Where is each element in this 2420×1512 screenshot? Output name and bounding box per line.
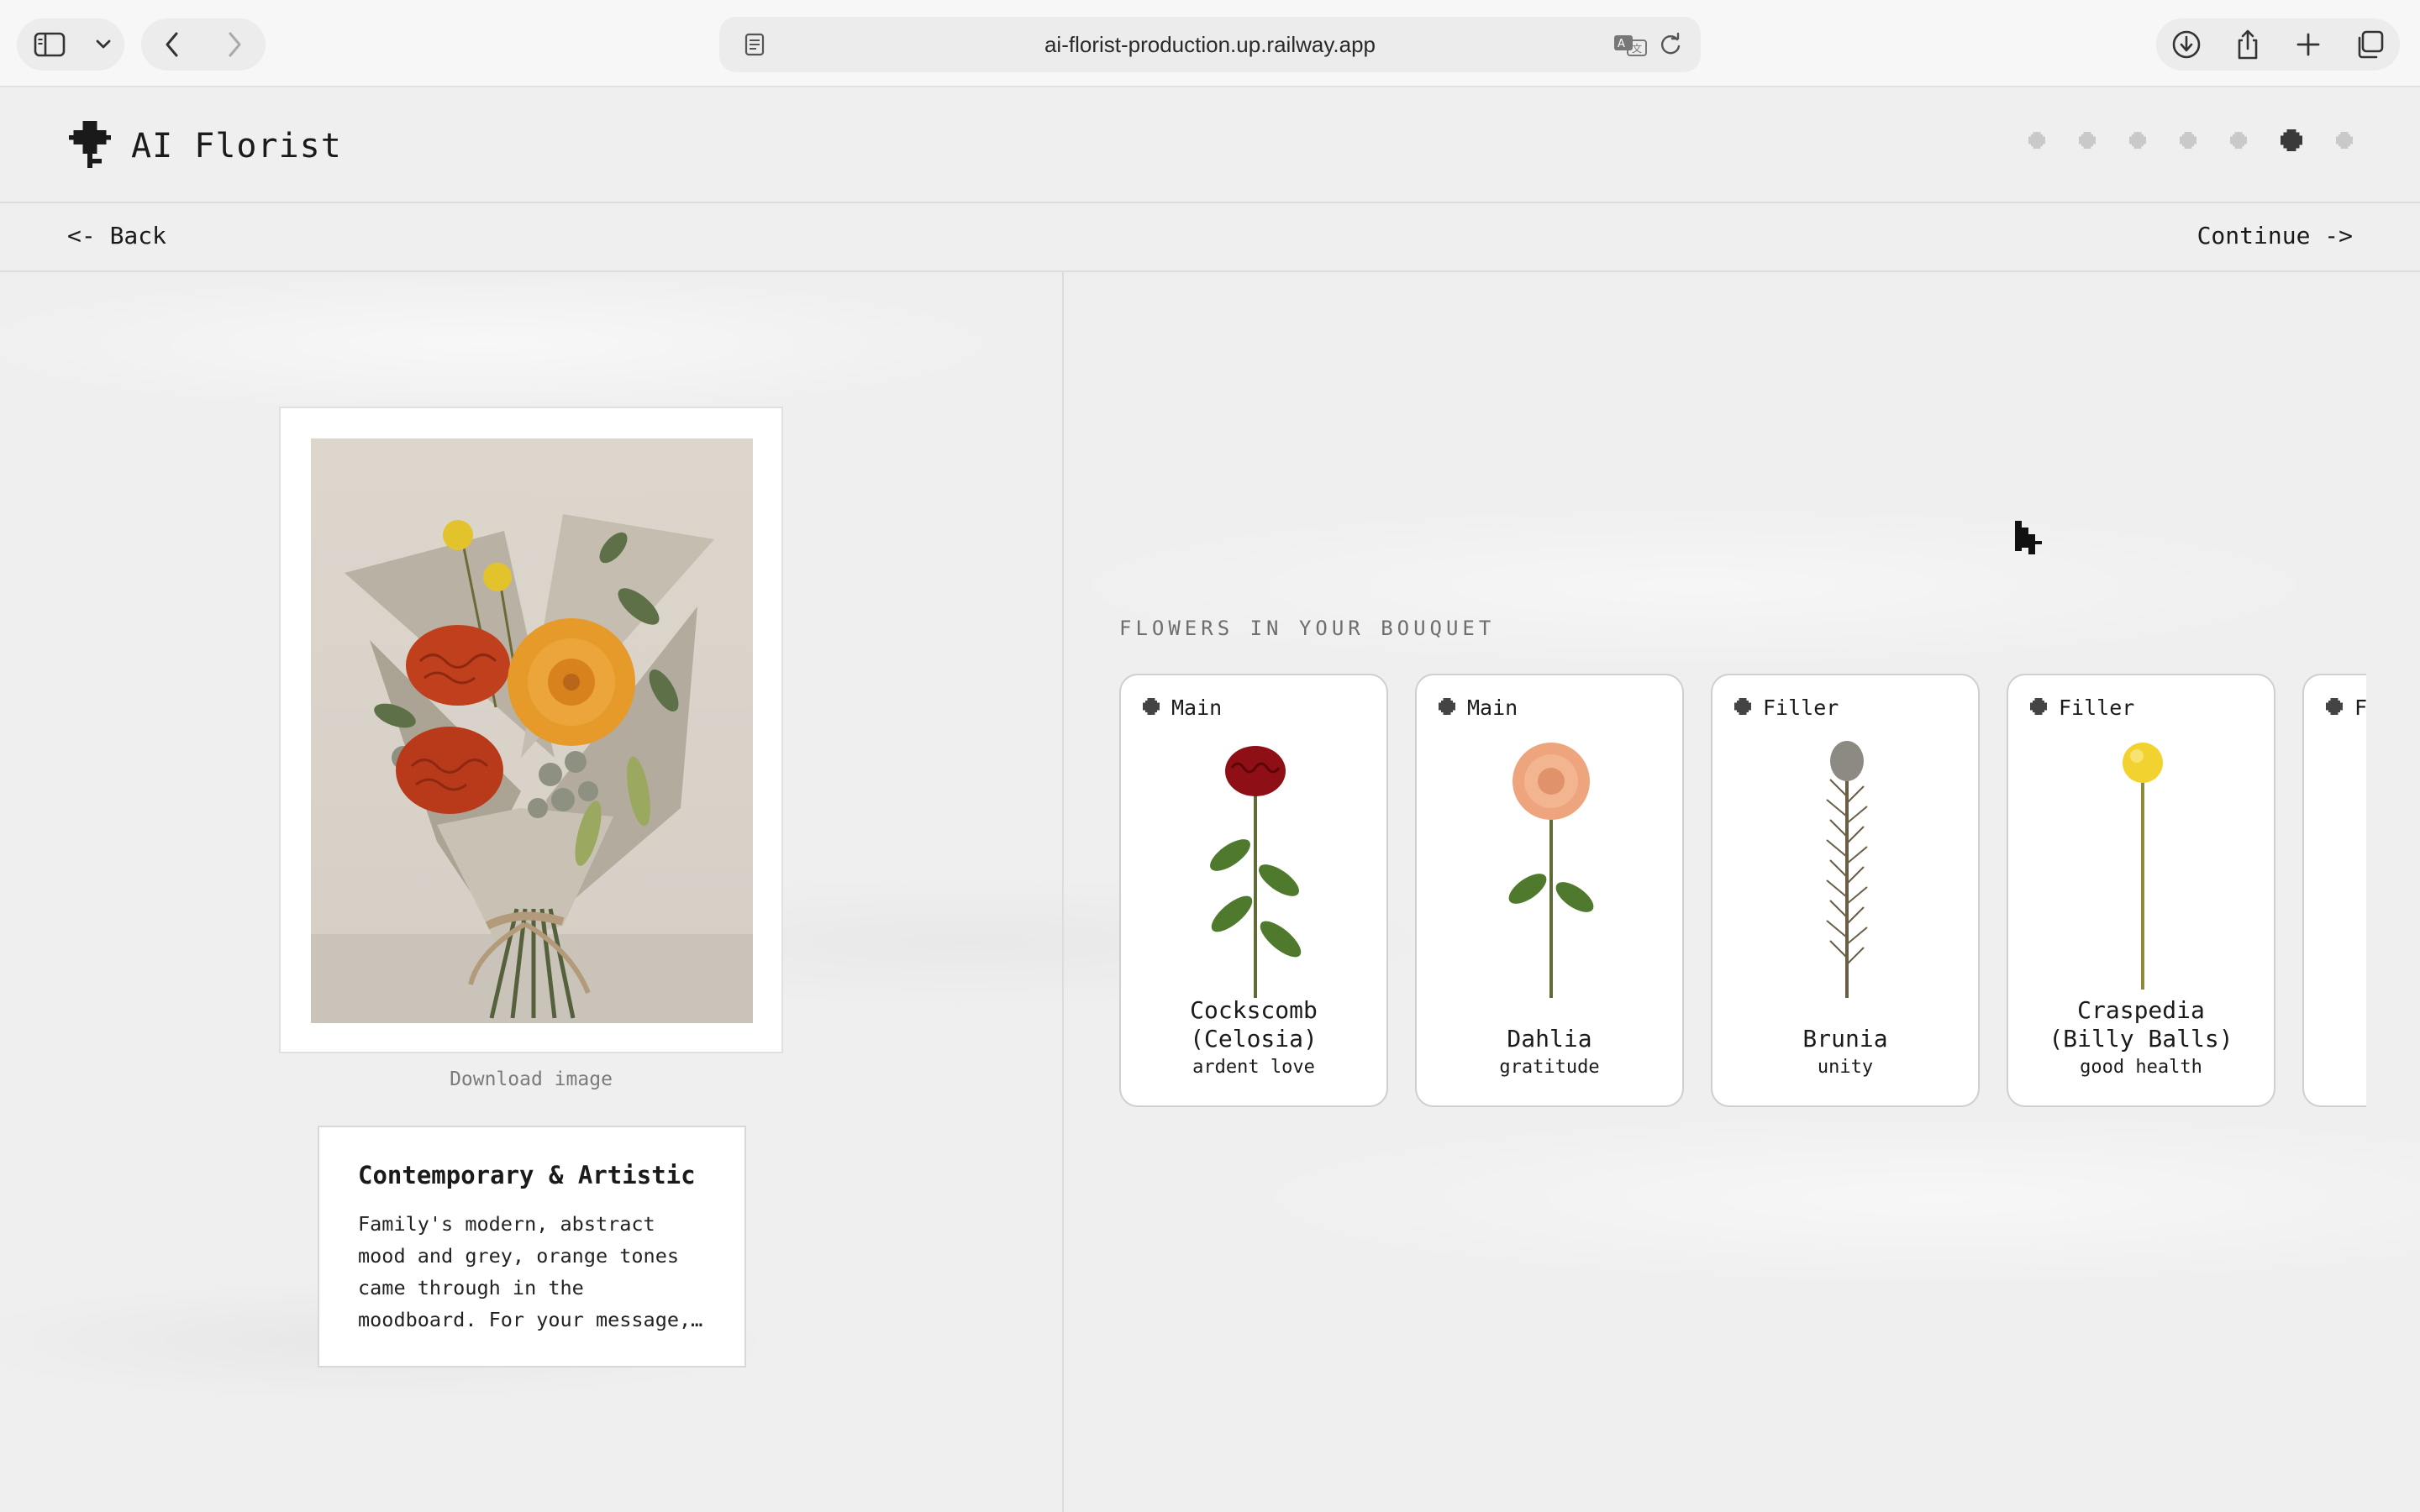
download-icon[interactable]: [2163, 21, 2210, 68]
browser-actions-group: [2156, 18, 2400, 71]
flower-card-text: Cockscomb (Celosia) ardent love: [1121, 996, 1386, 1080]
flower-role-tag: Main: [1143, 696, 1222, 720]
brand[interactable]: AI Florist: [67, 121, 342, 171]
flower-role-tag: Filler: [1734, 696, 1839, 720]
flower-role-tag: Filler: [2030, 696, 2134, 720]
progress-step-4-icon: [2180, 132, 2196, 149]
flower-illustration: [2354, 738, 2366, 998]
flower-card-text: Dahlia gratitude: [1417, 1025, 1682, 1080]
app-title: AI Florist: [131, 127, 342, 165]
flower-role-label: Main: [1467, 696, 1518, 720]
flower-card[interactable]: Filler Brunia unity: [1711, 674, 1980, 1107]
progress-step-2-icon: [2079, 132, 2096, 149]
flower-role-tag: Main: [1439, 696, 1518, 720]
style-summary-card: Contemporary & Artistic Family's modern,…: [318, 1126, 746, 1368]
flower-illustration: [1171, 738, 1339, 998]
progress-steps: [2028, 129, 2353, 151]
flower-card-text: [2304, 1079, 2366, 1080]
forward-icon[interactable]: [211, 21, 258, 68]
pixel-flower-logo-icon: [67, 121, 113, 171]
reload-icon[interactable]: [1647, 21, 1694, 68]
panel-divider: [1062, 272, 1064, 1512]
back-button[interactable]: <- Back: [67, 222, 166, 249]
download-image-link[interactable]: Download image: [279, 1068, 783, 1090]
flower-name: Cockscomb (Celosia): [1190, 996, 1318, 1053]
flower-role-label: Filler: [1763, 696, 1839, 720]
flower-meaning: unity: [1817, 1057, 1874, 1078]
flower-card[interactable]: F: [2302, 674, 2366, 1107]
svg-text:A: A: [1618, 38, 1625, 50]
flower-illustration: [1467, 738, 1635, 998]
step-navigation: <- Back Continue ->: [0, 203, 2420, 272]
sidebar-toggle-group[interactable]: [17, 18, 124, 71]
style-description: Family's modern, abstract mood and grey,…: [358, 1212, 692, 1331]
flower-role-label: Main: [1171, 696, 1223, 720]
flower-card[interactable]: Main Dahlia gratitude: [1415, 674, 1684, 1107]
asterisk-flower-icon: [2326, 696, 2343, 720]
flower-illustration: [2059, 738, 2227, 998]
asterisk-flower-icon: [1439, 696, 1455, 720]
bouquet-image-frame: [279, 407, 783, 1053]
bouquet-image[interactable]: [311, 438, 753, 1023]
asterisk-flower-icon: [1734, 696, 1751, 720]
app-header: AI Florist: [0, 87, 2420, 203]
flower-card[interactable]: Filler Craspedia (Billy Balls) good health: [2007, 674, 2275, 1107]
flower-role-tag: F: [2326, 696, 2366, 720]
flower-meaning: ardent love: [1192, 1057, 1315, 1078]
address-bar[interactable]: ai-florist-production.up.railway.app A文: [719, 17, 1701, 72]
url-text[interactable]: ai-florist-production.up.railway.app: [719, 17, 1701, 72]
flower-role-label: F: [2354, 696, 2366, 720]
flower-card-text: Craspedia (Billy Balls) good health: [2008, 996, 2274, 1080]
flower-card[interactable]: Main Cockscomb (Celosia) ardent love: [1119, 674, 1388, 1107]
tabs-overview-icon[interactable]: [2346, 21, 2393, 68]
flower-name: Dahlia: [1507, 1025, 1592, 1053]
asterisk-flower-icon: [2030, 696, 2047, 720]
mouse-cursor-icon: [2015, 521, 2045, 558]
progress-step-5-icon: [2230, 132, 2247, 149]
style-title: Contemporary & Artistic: [358, 1161, 696, 1189]
flower-meaning: gratitude: [1499, 1057, 1600, 1078]
sidebar-icon[interactable]: [26, 21, 73, 68]
flowers-section-label: FLOWERS IN YOUR BOUQUET: [1119, 617, 1496, 640]
flower-meaning: good health: [2080, 1057, 2202, 1078]
new-tab-icon[interactable]: [2285, 21, 2332, 68]
browser-toolbar: ai-florist-production.up.railway.app A文: [0, 0, 2420, 87]
share-icon[interactable]: [2224, 21, 2271, 68]
history-nav-group: [141, 18, 266, 71]
flower-cards-carousel[interactable]: Main Cockscomb (Celosia) ardent love Main Da…: [1118, 672, 2366, 1110]
flower-illustration: [1763, 738, 1931, 998]
flower-card-text: Brunia unity: [1712, 1025, 1978, 1080]
svg-text:文: 文: [1632, 42, 1642, 55]
progress-step-6-icon: [2281, 129, 2302, 151]
flower-name: Craspedia (Billy Balls): [2049, 996, 2233, 1053]
flower-role-label: Filler: [2059, 696, 2135, 720]
asterisk-flower-icon: [1143, 696, 1160, 720]
chevron-down-icon[interactable]: [91, 21, 116, 68]
continue-button[interactable]: Continue ->: [2197, 222, 2353, 249]
progress-step-3-icon: [2129, 132, 2146, 149]
flower-name: Brunia: [1802, 1025, 1888, 1053]
progress-step-7-icon: [2336, 132, 2353, 149]
progress-step-1-icon: [2028, 132, 2045, 149]
back-icon[interactable]: [149, 21, 196, 68]
